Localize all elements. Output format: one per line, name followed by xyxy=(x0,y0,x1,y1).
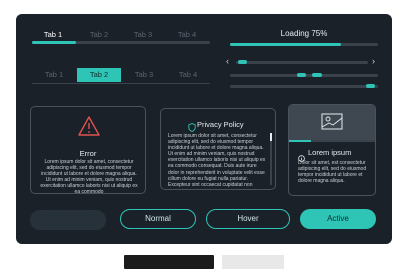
image-icon xyxy=(321,113,343,135)
ui-kit-panel: Tab 1 Tab 2 Tab 3 Tab 4 Loading 75% ‹ › … xyxy=(16,14,392,244)
end-slider-track[interactable] xyxy=(230,85,378,88)
tab-seg-divider xyxy=(32,83,210,84)
watermark-logo xyxy=(124,255,214,269)
info-card-text: Dolor sit amet, est consectetur adipisci… xyxy=(298,160,367,185)
card-image xyxy=(289,105,375,141)
privacy-card-title: Privacy Policy xyxy=(197,120,244,129)
tab-seg-4[interactable]: Tab 4 xyxy=(166,68,210,82)
tab-seg-3[interactable]: Tab 3 xyxy=(122,68,166,82)
loading-label: Loading 75% xyxy=(280,29,328,38)
watermark-id xyxy=(222,255,284,269)
slider-track[interactable] xyxy=(236,61,368,64)
loading-bar-fill xyxy=(230,43,341,46)
info-card: Lorem ipsum Dolor sit amet, est consecte… xyxy=(288,104,376,196)
privacy-card-text: Lorem ipsum dolor sit amet, consectetur … xyxy=(168,133,266,188)
normal-button[interactable]: Normal xyxy=(120,209,196,229)
error-card-title: Error xyxy=(79,149,97,158)
tab-seg-1[interactable]: Tab 1 xyxy=(32,68,76,82)
error-card-text: Lorem ipsum dolor sit amet, consectetur … xyxy=(40,159,138,194)
chevron-left-icon[interactable]: ‹ xyxy=(226,56,229,66)
tab-seg-2[interactable]: Tab 2 xyxy=(77,68,121,82)
range-slider-thumb-high[interactable] xyxy=(312,73,322,77)
chevron-right-icon[interactable]: › xyxy=(372,56,375,66)
tab-underline-active xyxy=(32,41,76,44)
info-card-progress-fill xyxy=(289,140,311,142)
tab-top-3[interactable]: Tab 3 xyxy=(122,30,164,39)
tab-top-2[interactable]: Tab 2 xyxy=(78,30,120,39)
info-card-title: Lorem ipsum xyxy=(308,148,352,157)
disabled-button[interactable]: Disabled xyxy=(30,210,106,230)
error-card: Error Lorem ipsum dolor sit amet, consec… xyxy=(30,106,146,194)
active-button[interactable]: Active xyxy=(300,209,376,229)
warning-icon xyxy=(78,116,100,141)
watermark-strip xyxy=(0,248,407,280)
range-slider-thumb-low[interactable] xyxy=(297,73,306,77)
end-slider-thumb[interactable] xyxy=(366,84,375,88)
scrollbar-thumb[interactable] xyxy=(270,133,272,141)
privacy-card: Privacy Policy Lorem ipsum dolor sit ame… xyxy=(160,108,276,190)
tab-top-4[interactable]: Tab 4 xyxy=(166,30,208,39)
tab-top-1[interactable]: Tab 1 xyxy=(32,30,74,39)
hover-button[interactable]: Hover xyxy=(206,209,290,229)
slider-thumb[interactable] xyxy=(238,60,247,64)
